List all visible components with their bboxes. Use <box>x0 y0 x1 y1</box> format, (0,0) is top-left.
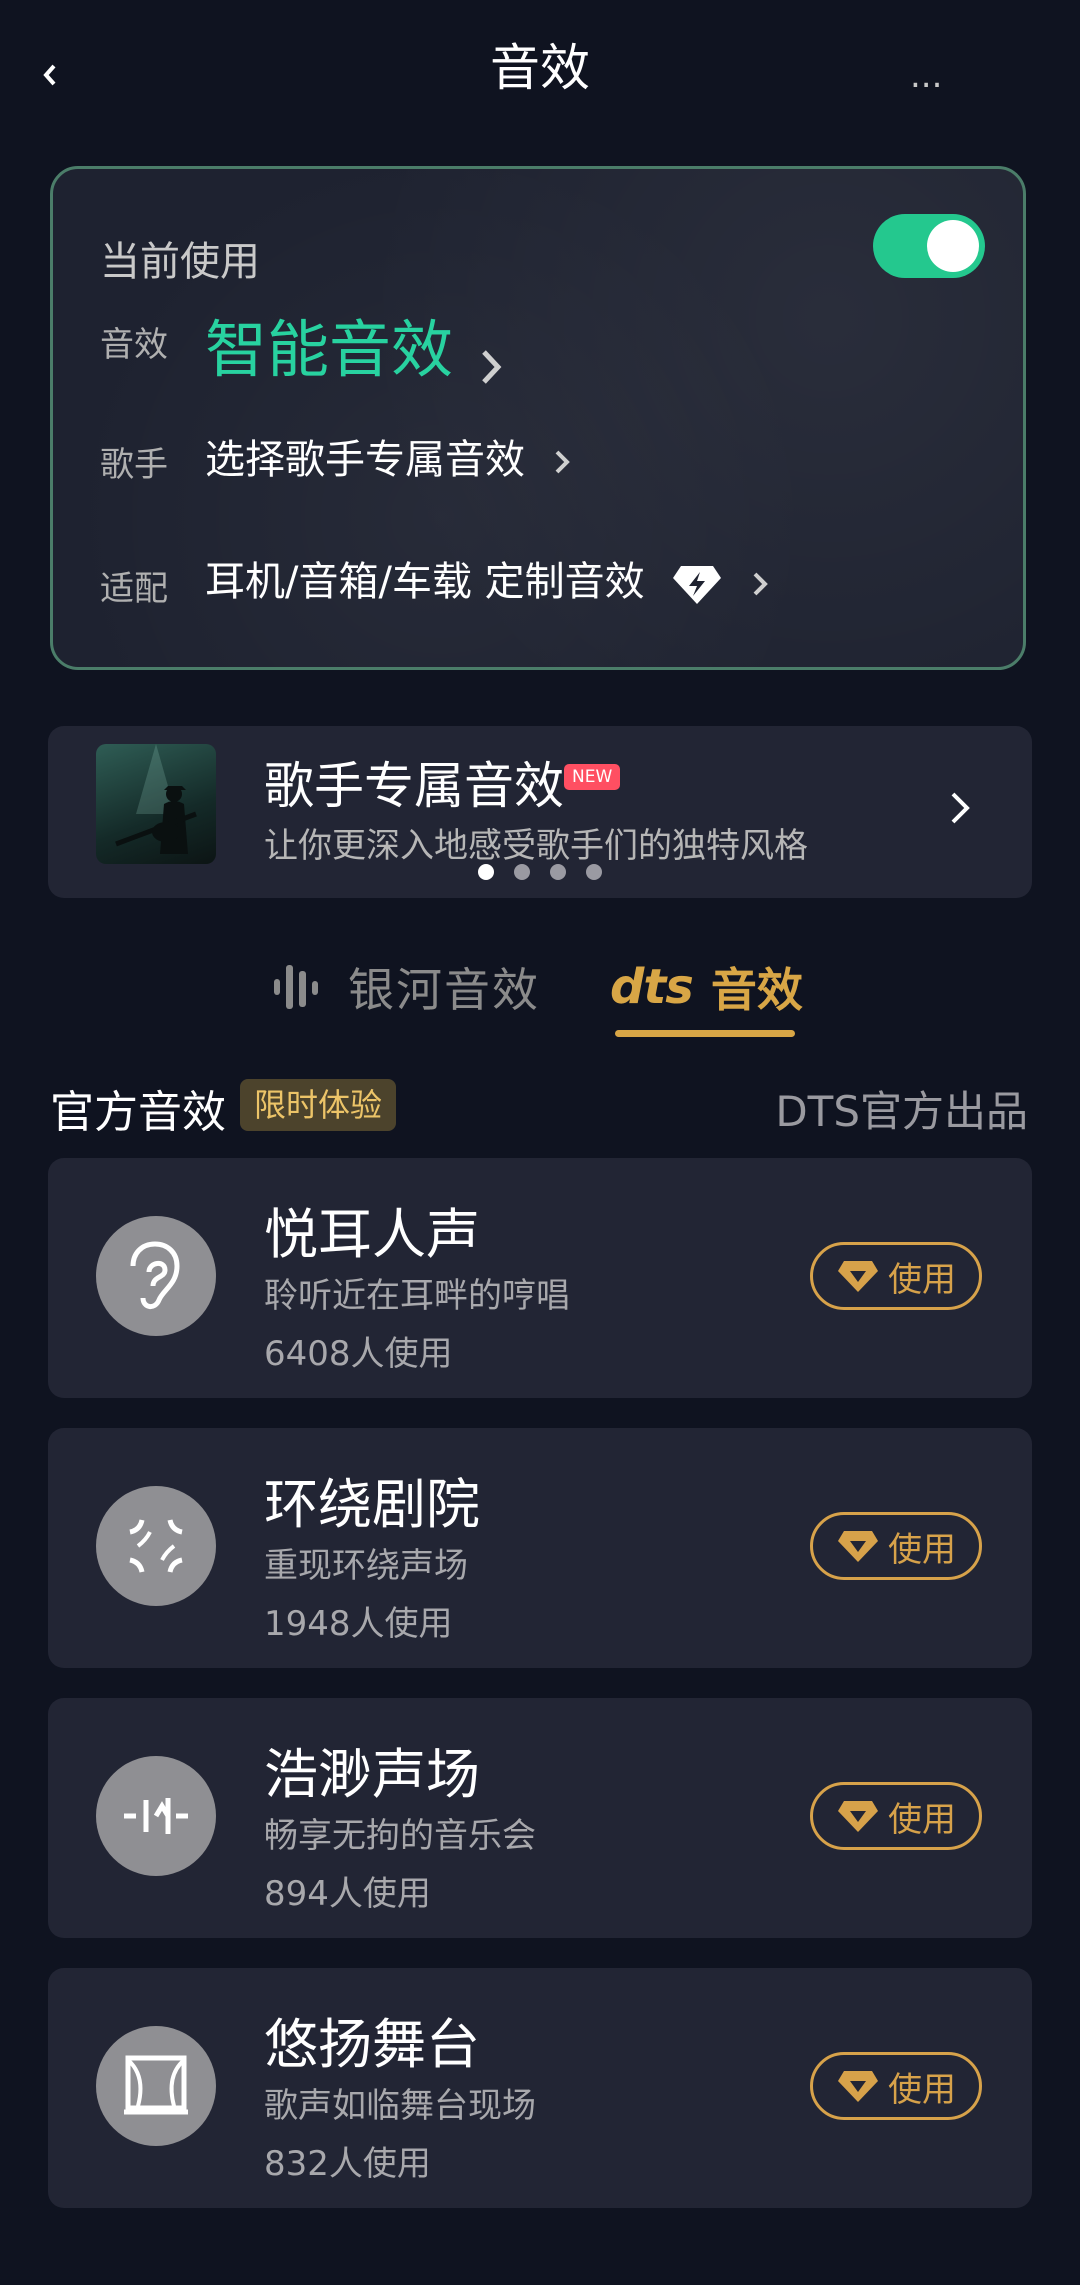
effect-name: 悦耳人声 <box>264 1203 480 1266</box>
carousel-dot[interactable] <box>478 864 494 880</box>
singer-effect-banner[interactable]: 歌手专属音效 NEW 让你更深入地感受歌手们的独特风格 <box>48 726 1032 898</box>
effect-name: 环绕剧院 <box>264 1473 480 1536</box>
diamond-icon <box>838 1531 878 1562</box>
current-effect-value: 智能音效 <box>205 313 454 386</box>
chevron-right-icon <box>482 349 502 384</box>
effect-count: 894人使用 <box>264 1874 431 1914</box>
carousel-dot[interactable] <box>586 864 602 880</box>
use-button[interactable]: 使用 <box>810 1512 982 1580</box>
banner-title: 歌手专属音效 <box>264 757 564 815</box>
effect-desc: 聆听近在耳畔的哼唱 <box>264 1276 570 1316</box>
diamond-icon <box>838 1801 878 1832</box>
guitarist-image <box>115 744 197 854</box>
effect-row-label: 音效 <box>100 325 168 365</box>
ear-icon <box>96 1216 216 1336</box>
top-right-action[interactable]: ... <box>910 64 1020 88</box>
singer-row-label: 歌手 <box>100 445 168 485</box>
current-label: 当前使用 <box>100 239 260 285</box>
toggle-knob <box>927 220 979 272</box>
tab-dts-label: 音效 <box>710 963 803 1017</box>
active-tab-indicator <box>615 1030 795 1037</box>
stage-icon <box>96 2026 216 2146</box>
use-button-label: 使用 <box>888 1529 956 1570</box>
adapt-row-value: 耳机/音箱/车载 定制音效 <box>205 559 645 605</box>
effect-desc: 歌声如临舞台现场 <box>264 2086 536 2126</box>
adapt-row[interactable]: 耳机/音箱/车载 定制音效 <box>205 549 770 607</box>
chevron-right-icon <box>753 572 768 596</box>
effect-card[interactable]: 悠扬舞台 歌声如临舞台现场 832人使用 使用 <box>48 1968 1032 2208</box>
effect-card[interactable]: 环绕剧院 重现环绕声场 1948人使用 使用 <box>48 1428 1032 1668</box>
section-header: 官方音效 限时体验 DTS官方出品 <box>0 1076 1080 1138</box>
diamond-icon <box>838 2071 878 2102</box>
use-button-label: 使用 <box>888 1799 956 1840</box>
effect-name: 悠扬舞台 <box>264 2013 480 2076</box>
banner-subtitle: 让你更深入地感受歌手们的独特风格 <box>264 826 808 866</box>
diamond-lightning-icon <box>673 566 722 604</box>
effect-row[interactable]: 智能音效 <box>205 299 506 389</box>
use-button-label: 使用 <box>888 1259 956 1300</box>
dts-logo: dts <box>610 959 694 1015</box>
singer-row[interactable]: 选择歌手专属音效 <box>205 427 572 485</box>
tab-galaxy[interactable]: 银河音效 <box>268 954 540 1020</box>
limited-trial-badge: 限时体验 <box>240 1079 397 1131</box>
use-button[interactable]: 使用 <box>810 1242 982 1310</box>
effect-desc: 重现环绕声场 <box>264 1546 468 1586</box>
effect-desc: 畅享无拘的音乐会 <box>264 1816 536 1856</box>
dts-official-label: DTS官方出品 <box>775 1087 1028 1136</box>
effect-tabs: 银河音效 dts 音效 <box>0 940 1080 1040</box>
surround-icon <box>96 1486 216 1606</box>
carousel-dot[interactable] <box>550 864 566 880</box>
effect-name: 浩渺声场 <box>264 1743 480 1806</box>
chevron-right-icon <box>951 792 970 824</box>
top-bar: 音效 ... <box>0 0 1080 120</box>
section-title: 官方音效 <box>50 1087 226 1138</box>
effect-card[interactable]: 悦耳人声 聆听近在耳畔的哼唱 6408人使用 使用 <box>48 1158 1032 1398</box>
effect-count: 832人使用 <box>264 2144 431 2184</box>
effect-count: 1948人使用 <box>264 1604 453 1644</box>
soundwave-icon <box>274 965 318 1009</box>
carousel-dot[interactable] <box>514 864 530 880</box>
banner-thumbnail <box>96 744 216 864</box>
effect-toggle[interactable] <box>873 214 985 278</box>
singer-row-value: 选择歌手专属音效 <box>205 437 525 483</box>
effect-card[interactable]: 浩渺声场 畅享无拘的音乐会 894人使用 使用 <box>48 1698 1032 1938</box>
effect-count: 6408人使用 <box>264 1334 453 1374</box>
use-button[interactable]: 使用 <box>810 2052 982 2120</box>
chevron-right-icon <box>555 450 570 474</box>
use-button-label: 使用 <box>888 2069 956 2110</box>
new-badge: NEW <box>564 764 621 790</box>
use-button[interactable]: 使用 <box>810 1782 982 1850</box>
tab-galaxy-label: 银河音效 <box>348 963 540 1017</box>
diamond-icon <box>838 1261 878 1292</box>
tab-dts[interactable]: dts 音效 <box>610 954 803 1020</box>
carousel-dots <box>478 864 622 884</box>
soundfield-icon <box>96 1756 216 1876</box>
current-effect-card: 当前使用 音效 智能音效 歌手 选择歌手专属音效 适配 耳机/音箱/车载 定制音… <box>50 166 1026 670</box>
adapt-row-label: 适配 <box>100 569 168 609</box>
